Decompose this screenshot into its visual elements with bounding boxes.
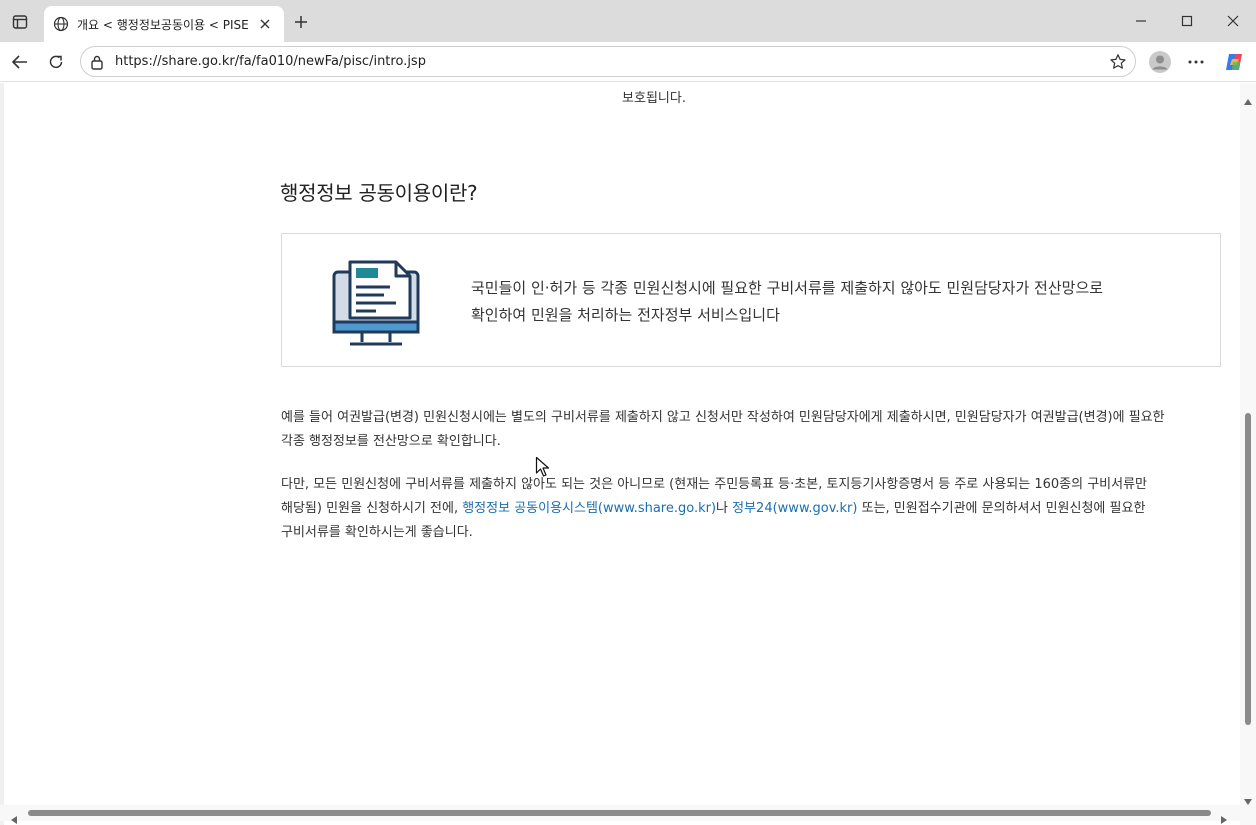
- definition-line-2: 확인하여 민원을 처리하는 전자정부 서비스입니다: [471, 306, 780, 324]
- definition-text: 국민들이 인·허가 등 각종 민원신청시에 필요한 구비서류를 제출하지 않아도…: [471, 275, 1171, 329]
- sidebar-toggle-icon[interactable]: [6, 8, 34, 36]
- monitor-document-icon: [330, 258, 424, 350]
- browser-toolbar: https://share.go.kr/fa/fa010/newFa/pisc/…: [0, 42, 1256, 82]
- definition-line-1: 국민들이 인·허가 등 각종 민원신청시에 필요한 구비서류를 제출하지 않아도…: [471, 279, 1104, 297]
- tab-strip: 개요 < 행정정보공동이용 < PISE: [0, 0, 1256, 42]
- paragraph-text: 또는, 민원접수기관에 문의하셔서 민원신청에 필요한: [857, 501, 1146, 516]
- horizontal-scroll-thumb[interactable]: [28, 810, 1211, 816]
- example-paragraph: 예를 들어 여권발급(변경) 민원신청시에는 별도의 구비서류를 제출하지 않고…: [281, 406, 1221, 454]
- minimize-icon[interactable]: [1118, 6, 1164, 36]
- browser-tab[interactable]: 개요 < 행정정보공동이용 < PISE: [44, 6, 284, 42]
- share-system-link[interactable]: 행정정보 공동이용시스템(www.share.go.kr): [462, 501, 716, 516]
- profile-icon[interactable]: [1146, 48, 1174, 76]
- globe-icon: [52, 15, 70, 33]
- gov24-link[interactable]: 정부24(www.gov.kr): [732, 501, 857, 516]
- section-title: 행정정보 공동이용이란?: [280, 181, 478, 205]
- scroll-left-arrow-icon[interactable]: [11, 809, 17, 824]
- plus-icon[interactable]: [290, 11, 312, 33]
- more-icon[interactable]: [1182, 48, 1210, 76]
- notice-paragraph: 다만, 모든 민원신청에 구비서류를 제출하지 않아도 되는 것은 아니므로 (…: [281, 473, 1221, 545]
- vertical-scrollbar[interactable]: [1240, 83, 1256, 825]
- definition-box: 국민들이 인·허가 등 각종 민원신청시에 필요한 구비서류를 제출하지 않아도…: [281, 233, 1221, 367]
- page-viewport: 보호됩니다. 행정정보 공동이용이란? 국민들이 인·허가 등 각종 민원신청시…: [0, 83, 1256, 825]
- star-icon[interactable]: [1109, 53, 1127, 71]
- scroll-up-arrow-icon[interactable]: [1244, 90, 1252, 105]
- window-close-icon[interactable]: [1210, 6, 1256, 36]
- close-icon[interactable]: [255, 14, 275, 34]
- viewport-edge: [0, 83, 4, 825]
- paragraph-line: 다만, 모든 민원신청에 구비서류를 제출하지 않아도 되는 것은 아니므로 (…: [281, 477, 1148, 492]
- paragraph-line: 각종 행정정보를 전산망으로 확인합니다.: [281, 434, 501, 449]
- lock-icon[interactable]: [90, 54, 106, 70]
- mouse-cursor-icon: [535, 456, 551, 478]
- paragraph-line: 해당됨) 민원을 신청하시기 전에, 행정정보 공동이용시스템(www.shar…: [281, 497, 1221, 521]
- tab-title: 개요 < 행정정보공동이용 < PISE: [77, 17, 249, 32]
- vertical-scroll-thumb[interactable]: [1245, 413, 1251, 725]
- paragraph-text: 나: [716, 501, 733, 516]
- reload-icon[interactable]: [42, 48, 70, 76]
- address-bar[interactable]: https://share.go.kr/fa/fa010/newFa/pisc/…: [80, 46, 1136, 77]
- paragraph-line: 예를 들어 여권발급(변경) 민원신청시에는 별도의 구비서류를 제출하지 않고…: [281, 410, 1165, 425]
- paragraph-text: 해당됨) 민원을 신청하시기 전에,: [281, 501, 463, 516]
- scroll-down-arrow-icon[interactable]: [1244, 790, 1252, 805]
- intro-tail-text: 보호됩니다.: [622, 91, 686, 106]
- back-arrow-icon[interactable]: [6, 48, 34, 76]
- horizontal-scrollbar[interactable]: [0, 805, 1240, 824]
- scroll-right-arrow-icon[interactable]: [1221, 809, 1227, 824]
- paragraph-line: 구비서류를 확인하시는게 좋습니다.: [281, 525, 473, 540]
- url-text[interactable]: https://share.go.kr/fa/fa010/newFa/pisc/…: [115, 54, 426, 69]
- copilot-icon[interactable]: [1220, 48, 1248, 76]
- maximize-icon[interactable]: [1164, 6, 1210, 36]
